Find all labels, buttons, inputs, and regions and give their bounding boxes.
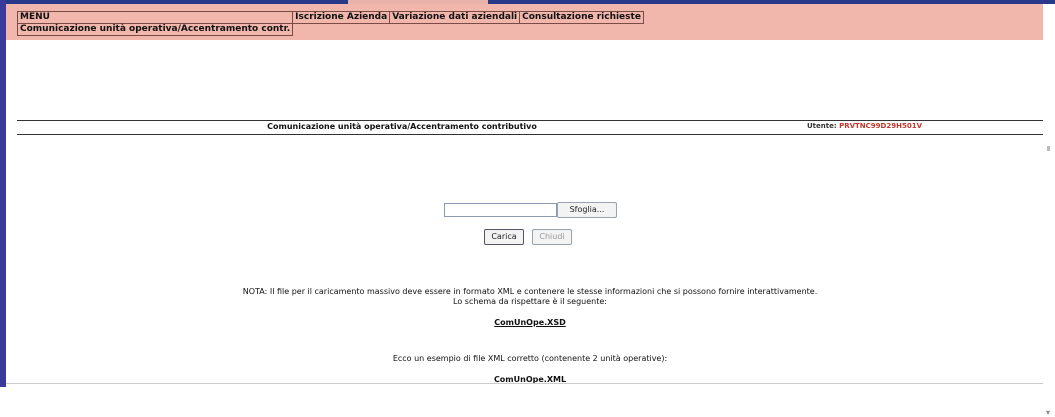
bottom-divider (6, 383, 1043, 384)
title-top-rule (17, 120, 1043, 121)
menu-item-consultazione-richieste[interactable]: Consultazione richieste (519, 11, 644, 24)
scrollbar-grip[interactable] (1047, 146, 1050, 151)
user-info: Utente: PRVTNC99D29H501V (807, 122, 922, 130)
title-bottom-rule (17, 134, 1043, 135)
note-line-2: Lo schema da rispettare è il seguente: (453, 297, 607, 306)
menu-table: MENU Iscrizione Azienda Variazione dati … (16, 11, 644, 36)
menu-empty-cell (292, 23, 644, 36)
browse-button[interactable]: Sfoglia... (557, 202, 617, 218)
window-left-border (0, 0, 6, 387)
vertical-scrollbar[interactable]: ▾ (1043, 40, 1055, 417)
page-title-row: Comunicazione unità operativa/Accentrame… (17, 122, 1043, 132)
page-title: Comunicazione unità operativa/Accentrame… (267, 122, 537, 131)
example-text: Ecco un esempio di file XML corretto (co… (392, 354, 668, 363)
user-label: Utente: (807, 122, 837, 130)
close-button[interactable]: Chiudi (532, 229, 572, 245)
schema-xsd-link[interactable]: ComUnOpe.XSD (17, 318, 1043, 327)
file-path-input[interactable] (444, 203, 557, 217)
scroll-down-arrow-icon[interactable]: ▾ (1046, 409, 1050, 417)
note-line-1: NOTA: Il file per il caricamento massivo… (242, 287, 818, 296)
user-id: PRVTNC99D29H501V (839, 122, 922, 130)
load-button[interactable]: Carica (484, 229, 524, 245)
menu-item-iscrizione-azienda[interactable]: Iscrizione Azienda (292, 11, 391, 24)
menu-header: MENU (16, 11, 294, 24)
menu-item-variazione-dati[interactable]: Variazione dati aziendali (389, 11, 521, 24)
menu-item-comunicazione-unita[interactable]: Comunicazione unità operativa/Accentrame… (16, 23, 294, 36)
